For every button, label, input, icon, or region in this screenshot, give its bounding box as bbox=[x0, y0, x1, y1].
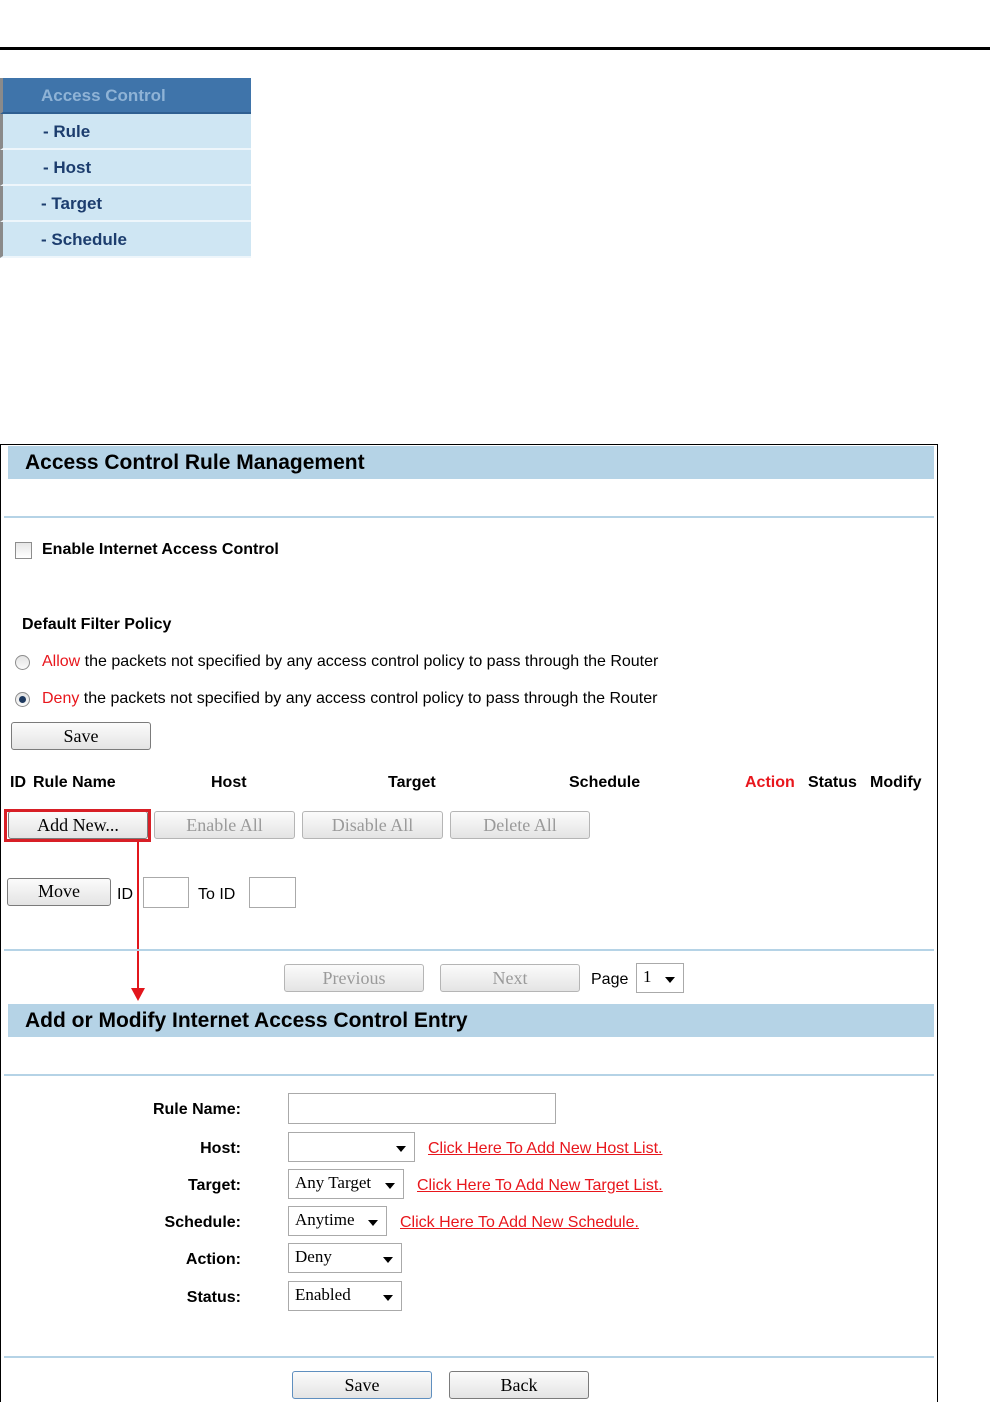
menu-item-label: - Host bbox=[43, 158, 92, 177]
target-select-value: Any Target bbox=[295, 1173, 372, 1192]
add-host-list-link[interactable]: Click Here To Add New Host List. bbox=[428, 1140, 662, 1158]
rule-name-input[interactable] bbox=[288, 1093, 556, 1124]
page-select-value: 1 bbox=[643, 967, 652, 986]
column-id: ID bbox=[10, 774, 26, 791]
deny-word: Deny bbox=[42, 690, 80, 707]
annotation-arrow-head bbox=[131, 988, 145, 1001]
add-target-list-link[interactable]: Click Here To Add New Target List. bbox=[417, 1177, 663, 1195]
divider bbox=[4, 516, 934, 518]
deny-policy-radio[interactable] bbox=[15, 692, 30, 707]
deny-policy-description: the packets not specified by any access … bbox=[79, 690, 658, 707]
chevron-down-icon bbox=[383, 1257, 393, 1263]
target-select[interactable]: Any Target bbox=[288, 1169, 404, 1199]
allow-word: Allow bbox=[42, 653, 81, 670]
rule-management-title: Access Control Rule Management bbox=[8, 446, 934, 479]
column-status: Status bbox=[808, 774, 857, 791]
id-label: ID bbox=[117, 886, 133, 903]
chevron-down-icon bbox=[665, 977, 675, 983]
menu-item-target[interactable]: - Target bbox=[0, 186, 251, 222]
status-select-value: Enabled bbox=[295, 1285, 351, 1304]
divider bbox=[4, 1074, 934, 1076]
menu-item-label: - Rule bbox=[43, 122, 91, 141]
delete-all-button[interactable]: Delete All bbox=[450, 811, 590, 839]
page-label: Page bbox=[591, 971, 629, 988]
action-select-value: Deny bbox=[295, 1247, 332, 1266]
column-modify: Modify bbox=[870, 774, 922, 791]
divider bbox=[4, 949, 934, 951]
previous-page-button[interactable]: Previous bbox=[284, 964, 424, 992]
enable-all-button[interactable]: Enable All bbox=[154, 811, 295, 839]
column-schedule: Schedule bbox=[569, 774, 641, 791]
host-label: Host: bbox=[200, 1140, 241, 1157]
to-id-label: To ID bbox=[198, 886, 236, 903]
allow-policy-radio[interactable] bbox=[15, 655, 30, 670]
schedule-select[interactable]: Anytime bbox=[288, 1206, 387, 1236]
enable-access-control-checkbox[interactable] bbox=[15, 542, 32, 559]
schedule-select-value: Anytime bbox=[295, 1210, 355, 1229]
menu-item-schedule[interactable]: - Schedule bbox=[0, 222, 251, 258]
menu-item-rule[interactable]: - Rule bbox=[0, 114, 251, 150]
target-label: Target: bbox=[187, 1177, 241, 1194]
disable-all-button[interactable]: Disable All bbox=[302, 811, 443, 839]
divider bbox=[4, 1356, 934, 1358]
menu-item-label: Access Control bbox=[41, 86, 166, 105]
menu-item-host[interactable]: - Host bbox=[0, 150, 251, 186]
move-button[interactable]: Move bbox=[7, 878, 111, 906]
action-label: Action: bbox=[185, 1251, 241, 1268]
save-entry-button[interactable]: Save bbox=[292, 1371, 432, 1399]
status-label: Status: bbox=[186, 1289, 241, 1306]
top-divider bbox=[0, 47, 990, 50]
back-button[interactable]: Back bbox=[449, 1371, 589, 1399]
column-rule-name: Rule Name bbox=[33, 774, 116, 791]
page-select[interactable]: 1 bbox=[636, 963, 684, 993]
move-from-id-input[interactable] bbox=[143, 877, 189, 908]
schedule-label: Schedule: bbox=[164, 1214, 241, 1231]
enable-access-control-label: Enable Internet Access Control bbox=[42, 541, 279, 558]
column-target: Target bbox=[388, 774, 436, 791]
default-filter-policy-label: Default Filter Policy bbox=[22, 616, 172, 633]
chevron-down-icon bbox=[383, 1295, 393, 1301]
deny-policy-text: Deny the packets not specified by any ac… bbox=[42, 690, 657, 708]
menu-item-label: - Schedule bbox=[41, 230, 127, 249]
column-action: Action bbox=[745, 774, 795, 791]
action-select[interactable]: Deny bbox=[288, 1243, 402, 1273]
allow-policy-text: Allow the packets not specified by any a… bbox=[42, 653, 658, 671]
chevron-down-icon bbox=[385, 1183, 395, 1189]
column-host: Host bbox=[211, 774, 247, 791]
add-schedule-link[interactable]: Click Here To Add New Schedule. bbox=[400, 1214, 639, 1232]
chevron-down-icon bbox=[368, 1220, 378, 1226]
save-policy-button[interactable]: Save bbox=[11, 722, 151, 750]
host-select[interactable] bbox=[288, 1132, 415, 1162]
rule-name-label: Rule Name: bbox=[152, 1101, 241, 1118]
menu-item-access-control[interactable]: Access Control bbox=[0, 78, 251, 114]
chevron-down-icon bbox=[396, 1146, 406, 1152]
status-select[interactable]: Enabled bbox=[288, 1281, 402, 1311]
entry-form-title: Add or Modify Internet Access Control En… bbox=[8, 1004, 934, 1037]
move-to-id-input[interactable] bbox=[249, 877, 296, 908]
access-control-menu: Access Control - Rule - Host - Target - … bbox=[0, 78, 251, 258]
menu-item-label: - Target bbox=[41, 194, 103, 213]
add-new-highlight bbox=[4, 809, 151, 842]
next-page-button[interactable]: Next bbox=[440, 964, 580, 992]
allow-policy-description: the packets not specified by any access … bbox=[80, 653, 659, 670]
annotation-arrow-line bbox=[137, 842, 139, 990]
